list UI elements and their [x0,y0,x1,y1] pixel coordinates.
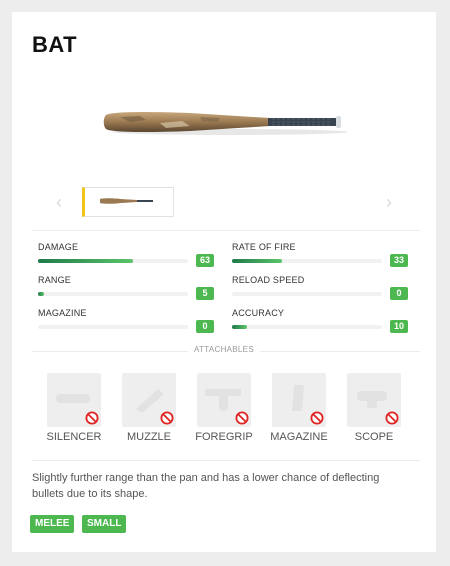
stat-range: RANGE 5 [38,275,218,305]
bat-thumbnail-image [100,198,153,204]
stat-bar-track [232,292,382,296]
thumbnail-bat[interactable] [82,187,174,217]
stat-label: ACCURACY [232,308,285,318]
stat-value-badge: 33 [390,254,408,267]
stat-bar-track [232,325,382,329]
silencer-icon [56,394,90,403]
weapon-card: BAT ‹ › DAMAGE 63 RATE OF FIRE 33 RANGE … [12,12,436,552]
item-title: BAT [32,32,78,57]
attachment-name: MUZZLE [127,431,171,443]
stat-bar-track [38,325,188,329]
tag-melee[interactable]: MELEE [30,515,75,533]
attachables-heading: ATTACHABLES [12,345,436,354]
attachment-silencer[interactable]: SILENCER [39,373,109,449]
chevron-right-icon[interactable]: › [382,192,396,212]
stat-value-badge: 10 [390,320,408,333]
tag-small[interactable]: SMALL [82,515,127,533]
stat-accuracy: ACCURACY 10 [232,308,412,338]
stat-rate-of-fire: RATE OF FIRE 33 [232,242,412,272]
stat-bar-track [38,259,188,263]
stat-label: DAMAGE [38,242,79,252]
item-description: Slightly further range than the pan and … [32,472,380,500]
stat-bar-track [38,292,188,296]
attachment-name: MAGAZINE [270,431,328,443]
divider [32,460,420,461]
stat-bar-fill [38,292,44,296]
stat-label: RATE OF FIRE [232,242,296,252]
attachment-name: FOREGRIP [195,431,253,443]
stat-value-badge: 0 [390,287,408,300]
divider [32,230,420,231]
stat-value-badge: 5 [196,287,214,300]
prohibited-icon [310,411,324,425]
prohibited-icon [385,411,399,425]
prohibited-icon [160,411,174,425]
stat-label: RANGE [38,275,72,285]
attachment-tile [347,373,401,427]
magazine-icon [292,385,304,411]
stat-bar-fill [232,259,282,263]
attachment-tile [197,373,251,427]
stat-damage: DAMAGE 63 [38,242,218,272]
stat-label: MAGAZINE [38,308,87,318]
stat-bar-track [232,259,382,263]
attachment-magazine[interactable]: MAGAZINE [264,373,334,449]
stat-reload-speed: RELOAD SPEED 0 [232,275,412,305]
prohibited-icon [85,411,99,425]
bat-image [103,111,348,135]
attachment-tile [47,373,101,427]
stat-bar-fill [38,259,133,263]
attachment-tile [272,373,326,427]
stat-bar-fill [232,325,247,329]
attachment-foregrip[interactable]: FOREGRIP [189,373,259,449]
stat-magazine: MAGAZINE 0 [38,308,218,338]
attachment-name: SCOPE [354,431,394,443]
attachment-name: SILENCER [46,431,102,443]
muzzle-icon [136,389,164,413]
stat-label: RELOAD SPEED [232,275,305,285]
attachment-tile [122,373,176,427]
stat-value-badge: 0 [196,320,214,333]
scope-icon [357,391,387,408]
foregrip-icon [205,389,241,411]
stat-value-badge: 63 [196,254,214,267]
prohibited-icon [235,411,249,425]
chevron-left-icon[interactable]: ‹ [52,192,66,212]
attachment-muzzle[interactable]: MUZZLE [114,373,184,449]
attachment-scope[interactable]: SCOPE [339,373,409,449]
